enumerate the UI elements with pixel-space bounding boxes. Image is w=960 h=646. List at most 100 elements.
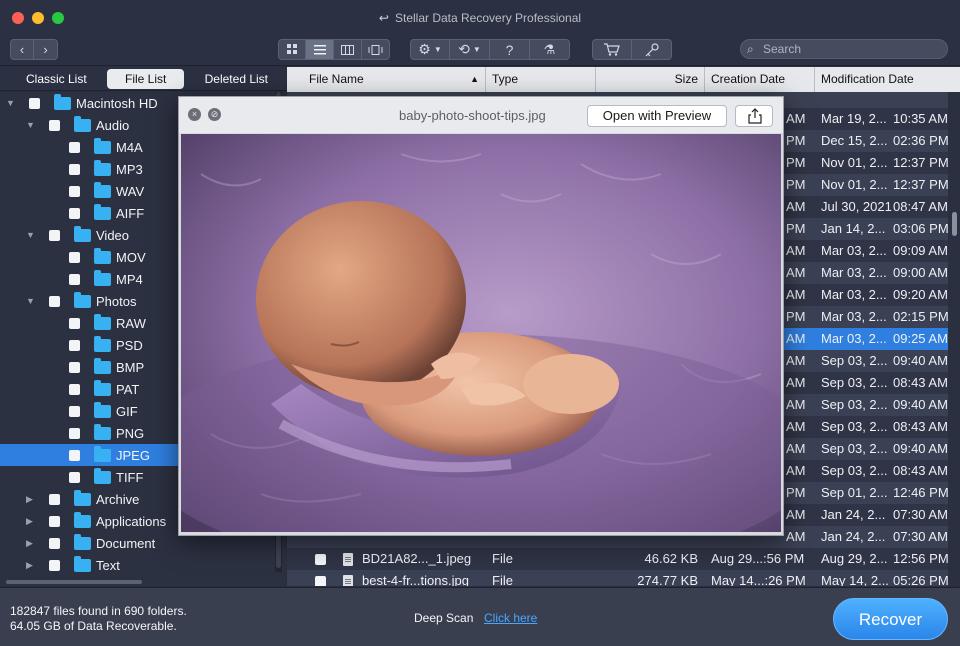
tree-item-checkbox[interactable]	[49, 229, 60, 241]
key-icon	[645, 42, 659, 56]
tree-item-checkbox[interactable]	[69, 317, 80, 329]
row-checkbox[interactable]	[315, 576, 326, 586]
creation-date-cell: AM	[786, 287, 806, 302]
table-scrollbar[interactable]	[949, 92, 960, 586]
recover-button[interactable]: Recover	[833, 598, 948, 640]
tree-item-checkbox[interactable]	[49, 537, 60, 549]
tab-classic-list[interactable]: Classic List	[18, 69, 95, 89]
file-size-cell: 274.77 KB	[637, 573, 698, 586]
modification-time-cell: 08:43 AM	[893, 419, 948, 434]
folder-icon	[94, 181, 111, 198]
tree-item-checkbox[interactable]	[49, 119, 60, 131]
column-size[interactable]: Size	[596, 67, 705, 92]
column-creation-date[interactable]: Creation Date	[705, 67, 815, 92]
forward-button[interactable]: ›	[34, 39, 58, 60]
table-row[interactable]: BD21A82..._1.jpeg File 46.62 KB Aug 29...:5…	[287, 548, 949, 570]
tree-item-checkbox[interactable]	[69, 471, 80, 483]
table-row[interactable]: best-4-fr...tions.jpg File 274.77 KB May 14…	[287, 570, 949, 586]
folder-icon	[54, 93, 71, 110]
tree-item-checkbox[interactable]	[69, 207, 80, 219]
disclosure-collapsed-icon[interactable]: ▶	[26, 538, 33, 549]
folder-icon	[94, 335, 111, 352]
tools-group: ⚙ ▼ ⟲ ▼ ? ⚗	[410, 39, 570, 60]
tree-item-label: Document	[96, 535, 156, 551]
share-button[interactable]	[735, 105, 773, 127]
disclosure-expanded-icon[interactable]: ▼	[26, 296, 35, 306]
deep-scan-link[interactable]: Click here	[484, 611, 537, 625]
column-modification-date[interactable]: Modification Date	[815, 67, 948, 92]
tab-file-list[interactable]: File List	[106, 68, 185, 89]
modification-date-cell: Nov 01, 2...	[821, 155, 888, 170]
list-view-button[interactable]	[306, 39, 334, 60]
tree-item-checkbox[interactable]	[49, 559, 60, 571]
disclosure-expanded-icon[interactable]: ▼	[6, 98, 15, 108]
disclosure-expanded-icon[interactable]: ▼	[26, 120, 35, 130]
tree-item-checkbox[interactable]	[69, 339, 80, 351]
creation-date-cell: PM	[786, 133, 806, 148]
tree-item-checkbox[interactable]	[49, 295, 60, 307]
preview-close-button[interactable]: ×	[188, 108, 201, 121]
buy-button[interactable]	[592, 39, 632, 60]
tree-item-label: GIF	[116, 403, 138, 419]
search-input[interactable]: ⌕ Search	[740, 39, 948, 59]
creation-date-cell: AM	[786, 463, 806, 478]
tree-item-checkbox[interactable]	[69, 141, 80, 153]
tree-item-label: PNG	[116, 425, 145, 441]
tree-item-checkbox[interactable]	[69, 251, 80, 263]
preview-fullscreen-button[interactable]: ⊘	[208, 108, 221, 121]
open-with-preview-button[interactable]: Open with Preview	[587, 105, 727, 127]
tree-item-checkbox[interactable]	[69, 427, 80, 439]
disclosure-collapsed-icon[interactable]: ▶	[26, 494, 33, 505]
tree-item-label: Audio	[96, 117, 130, 133]
close-icon: ×	[191, 109, 198, 119]
file-type-cell: File	[492, 551, 513, 566]
table-scrollbar-thumb[interactable]	[952, 212, 957, 236]
activate-button[interactable]	[632, 39, 672, 60]
modification-time-cell: 09:40 AM	[893, 441, 948, 456]
modification-time-cell: 08:43 AM	[893, 375, 948, 390]
column-type[interactable]: Type	[486, 67, 596, 92]
tree-item-checkbox[interactable]	[69, 449, 80, 461]
modification-date-cell: Sep 03, 2...	[821, 463, 888, 478]
tree-item-checkbox[interactable]	[69, 185, 80, 197]
folder-icon	[94, 159, 111, 176]
tree-item-checkbox[interactable]	[49, 493, 60, 505]
tree-item[interactable]: ▶ Text	[0, 554, 276, 576]
help-button[interactable]: ?	[490, 39, 530, 60]
tree-item-checkbox[interactable]	[69, 273, 80, 285]
tree-item-label: MP3	[116, 161, 143, 177]
tree-item-checkbox[interactable]	[69, 361, 80, 373]
scan-icon: ⚗	[543, 41, 556, 57]
modification-date-cell: Mar 03, 2...	[821, 265, 887, 280]
file-name-cell: BD21A82..._1.jpeg	[362, 551, 472, 566]
folder-icon	[94, 445, 111, 462]
modification-time-cell: 10:35 AM	[893, 111, 948, 126]
back-button[interactable]: ‹	[10, 39, 34, 60]
row-checkbox[interactable]	[315, 554, 326, 565]
disclosure-expanded-icon[interactable]: ▼	[26, 230, 35, 240]
modification-time-cell: 12:46 PM	[893, 485, 949, 500]
coverflow-view-button[interactable]	[362, 39, 390, 60]
status-bar: 182847 files found in 690 folders. 64.05…	[0, 587, 960, 646]
tree-item-checkbox[interactable]	[69, 163, 80, 175]
tree-item-checkbox[interactable]	[69, 383, 80, 395]
column-view-button[interactable]	[334, 39, 362, 60]
column-file-name[interactable]: File Name ▲	[287, 67, 486, 92]
disclosure-collapsed-icon[interactable]: ▶	[26, 516, 33, 527]
modification-date-cell: Sep 03, 2...	[821, 397, 888, 412]
history-button[interactable]: ⟲ ▼	[450, 39, 490, 60]
tab-deleted-list[interactable]: Deleted List	[197, 69, 276, 89]
tree-item-label: AIFF	[116, 205, 145, 221]
creation-date-cell: PM	[786, 485, 806, 500]
tree-horizontal-scrollbar[interactable]	[6, 580, 142, 584]
grid-view-button[interactable]	[278, 39, 306, 60]
scan-button[interactable]: ⚗	[530, 39, 570, 60]
window-title: ↩ Stellar Data Recovery Professional	[0, 11, 960, 25]
tree-item-checkbox[interactable]	[69, 405, 80, 417]
disclosure-collapsed-icon[interactable]: ▶	[26, 560, 33, 571]
list-mode-tabs: Classic List File List Deleted List	[0, 67, 286, 91]
settings-button[interactable]: ⚙ ▼	[410, 39, 450, 60]
tree-item-checkbox[interactable]	[49, 515, 60, 527]
column-view-icon	[341, 44, 354, 55]
tree-item-checkbox[interactable]	[29, 97, 40, 109]
